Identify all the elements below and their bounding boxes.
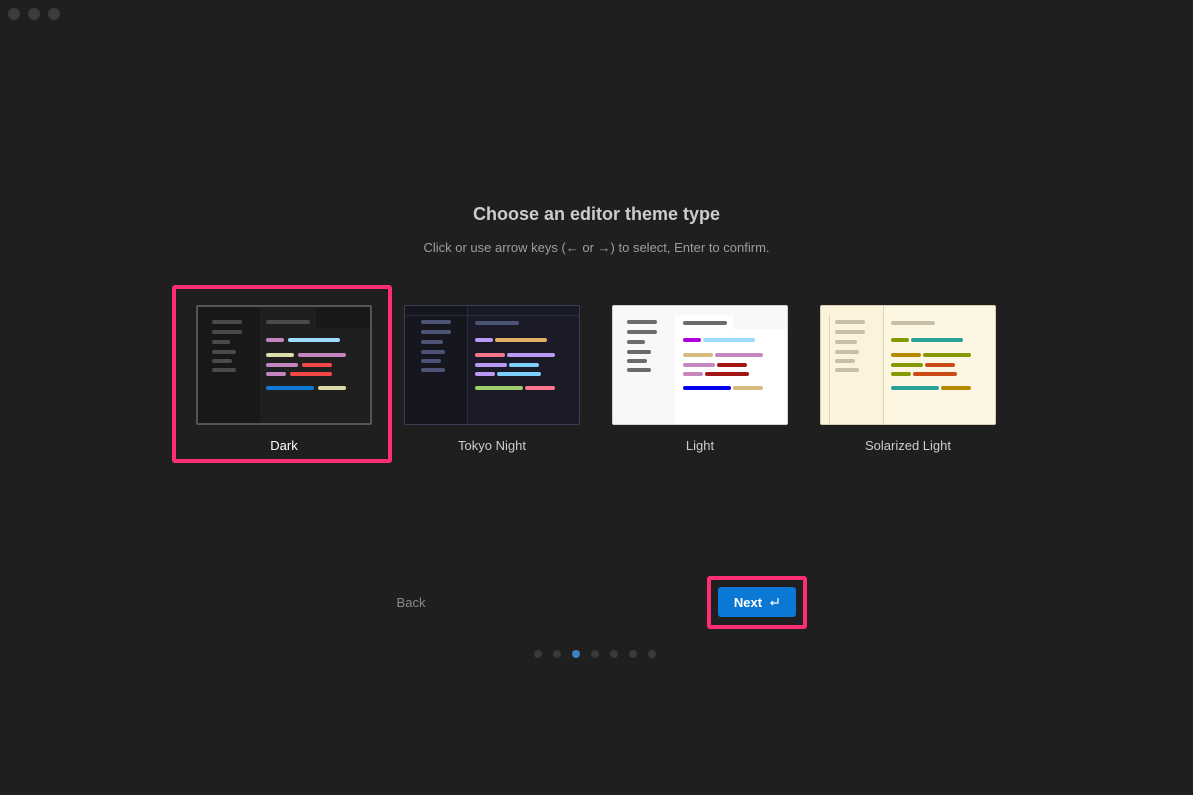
theme-label-light: Light [685,438,715,453]
step-dot-6 [629,650,637,658]
minimize-window-button[interactable] [28,8,40,20]
theme-label-tokyo-night: Tokyo Night [458,438,526,453]
step-dot-1 [534,650,542,658]
theme-card-dark[interactable]: Dark [196,305,372,453]
close-window-button[interactable] [8,8,20,20]
maximize-window-button[interactable] [48,8,60,20]
theme-card-light[interactable]: Light [612,305,788,453]
step-dot-7 [648,650,656,658]
theme-preview-light [612,305,788,425]
next-button[interactable]: Next [718,587,796,617]
enter-key-icon [770,598,779,606]
theme-preview-dark [196,305,372,425]
theme-label-dark: Dark [270,438,298,453]
page-subtitle: Click or use arrow keys (← or →) to sele… [423,240,770,255]
next-button-label: Next [733,594,763,610]
page-title: Choose an editor theme type [472,204,721,224]
theme-preview-tokyo-night [404,305,580,425]
window-controls [8,8,60,20]
theme-card-solarized-light[interactable]: Solarized Light [820,305,996,453]
step-dot-3 [572,650,580,658]
step-indicator [534,650,656,658]
step-dot-4 [591,650,599,658]
onboarding-window: Choose an editor theme type Click or use… [0,0,1193,795]
step-dot-2 [553,650,561,658]
theme-preview-solarized-light [820,305,996,425]
step-dot-5 [610,650,618,658]
theme-card-tokyo-night[interactable]: Tokyo Night [404,305,580,453]
back-button[interactable]: Back [386,592,436,612]
theme-label-solarized-light: Solarized Light [865,438,951,453]
